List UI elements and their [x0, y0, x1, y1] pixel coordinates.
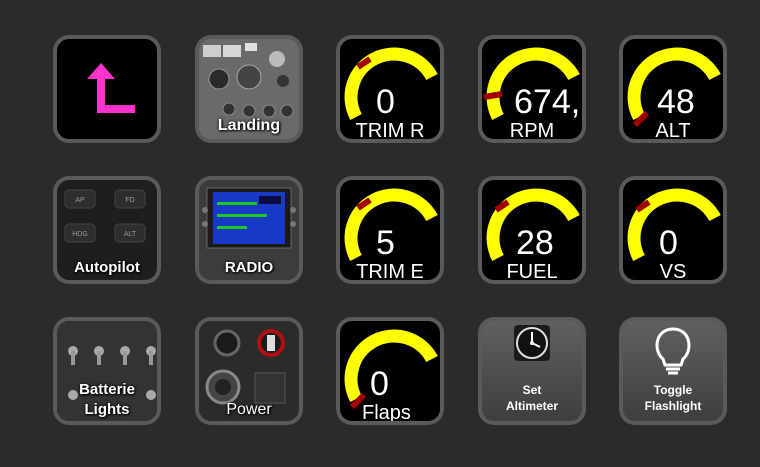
radio-button[interactable]: RADIO: [195, 176, 303, 284]
rpm-value: 674,: [514, 83, 581, 121]
autopilot-panel-image: AP FD HDG ALT Autopilot: [57, 180, 157, 280]
power-panel-image: Power: [199, 321, 299, 421]
batteries-label-line2: Lights: [84, 401, 130, 418]
landing-panel-image: Landing: [199, 39, 299, 139]
trim-e-label: TRIM E: [356, 261, 424, 280]
power-button[interactable]: Power: [195, 317, 303, 425]
trim-r-value: 0: [376, 83, 395, 121]
radio-label: RADIO: [224, 259, 274, 276]
batteries-lights-button[interactable]: Batterie Lights: [53, 317, 161, 425]
toggle-flashlight-button[interactable]: Toggle Flashlight: [619, 317, 727, 425]
set-altimeter-label-line1: Set: [522, 383, 542, 397]
alt-text: ALT: [124, 231, 137, 238]
trim-r-gauge: 0 TRIM R: [340, 39, 440, 139]
toggle-flashlight-face: Toggle Flashlight: [623, 321, 723, 421]
flaps-gauge: 0 Flaps: [340, 321, 440, 421]
vs-value: 0: [659, 224, 678, 262]
rpm-label: RPM: [509, 120, 555, 139]
rpm-gauge-button[interactable]: 674, RPM: [478, 35, 586, 143]
toggle-flashlight-label-line1: Toggle: [653, 383, 693, 397]
landing-label: Landing: [217, 117, 281, 134]
fuel-value: 28: [516, 224, 554, 262]
flaps-label: Flaps: [362, 402, 411, 421]
ap-text: AP: [75, 197, 85, 204]
set-altimeter-label-line2: Altimeter: [505, 399, 558, 413]
fd-text: FD: [125, 197, 134, 204]
hdg-text: HDG: [72, 231, 88, 238]
batteries-panel-image: Batterie Lights: [57, 321, 157, 421]
alt-gauge-button[interactable]: 48 ALT: [619, 35, 727, 143]
trim-e-gauge-button[interactable]: 5 TRIM E: [336, 176, 444, 284]
trim-r-label: TRIM R: [355, 120, 425, 139]
autopilot-label: Autopilot: [74, 259, 140, 276]
flaps-value: 0: [370, 365, 389, 403]
alt-gauge: 48 ALT: [623, 39, 723, 139]
back-arrow-icon: [87, 63, 135, 113]
fuel-label: FUEL: [506, 261, 558, 280]
trim-r-gauge-button[interactable]: 0 TRIM R: [336, 35, 444, 143]
radio-panel-image: RADIO: [199, 180, 299, 280]
vs-gauge-button[interactable]: 0 VS: [619, 176, 727, 284]
vs-gauge: 0 VS: [623, 180, 723, 280]
alt-value: 48: [657, 83, 695, 121]
set-altimeter-button[interactable]: Set Altimeter: [478, 317, 586, 425]
back-button[interactable]: [53, 35, 161, 143]
toggle-flashlight-label-line2: Flashlight: [644, 399, 702, 413]
fuel-gauge-button[interactable]: 28 FUEL: [478, 176, 586, 284]
trim-e-gauge: 5 TRIM E: [340, 180, 440, 280]
back-button-face: [57, 39, 157, 139]
rpm-gauge: 674, RPM: [482, 39, 582, 139]
fuel-gauge: 28 FUEL: [482, 180, 582, 280]
alt-label: ALT: [655, 120, 691, 139]
power-label: Power: [226, 401, 272, 418]
set-altimeter-face: Set Altimeter: [482, 321, 582, 421]
flaps-gauge-button[interactable]: 0 Flaps: [336, 317, 444, 425]
autopilot-button[interactable]: AP FD HDG ALT Autopilot: [53, 176, 161, 284]
trim-e-value: 5: [376, 224, 395, 262]
vs-label: VS: [659, 261, 687, 280]
batteries-label-line1: Batterie: [79, 381, 135, 398]
landing-button[interactable]: Landing: [195, 35, 303, 143]
